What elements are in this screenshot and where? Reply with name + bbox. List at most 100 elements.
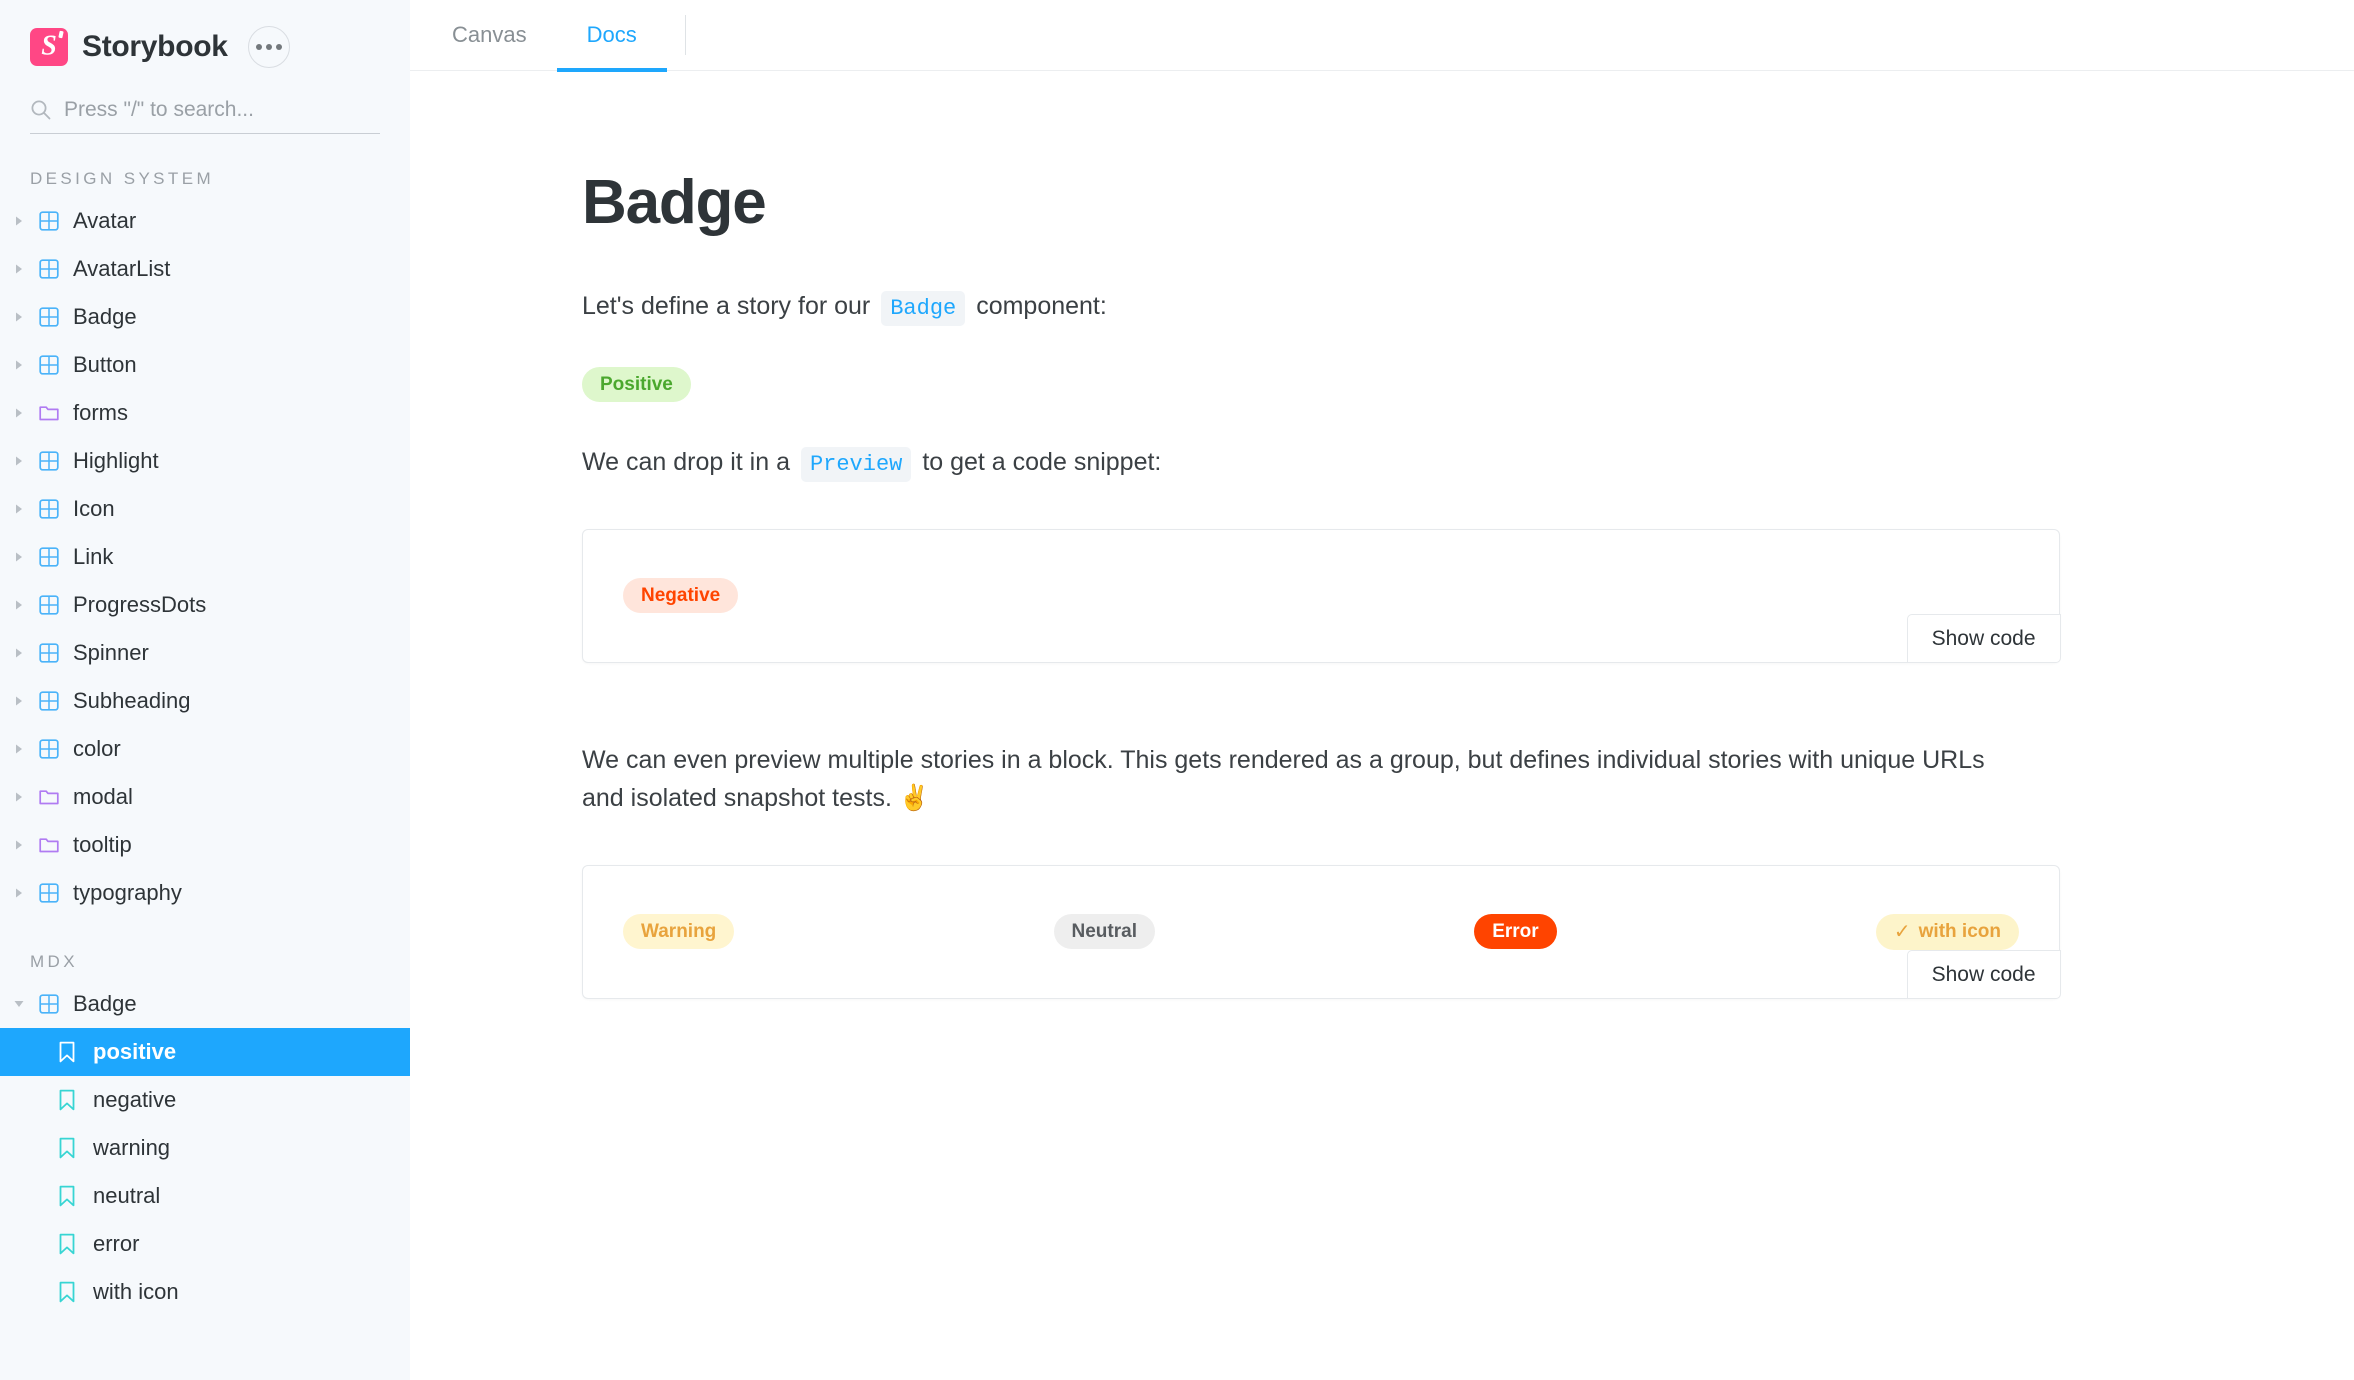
component-grid-icon [36, 643, 62, 663]
search-icon [30, 99, 52, 121]
sidebar-item-story-with-icon[interactable]: with icon [0, 1268, 410, 1316]
sidebar-item-label: error [93, 1231, 140, 1256]
logo-tick [58, 30, 64, 39]
tab-docs[interactable]: Docs [556, 0, 667, 72]
chevron-right-icon[interactable] [8, 791, 30, 803]
sidebar-item-label: ProgressDots [73, 592, 207, 617]
dot [265, 44, 272, 50]
chevron-right-icon[interactable] [8, 743, 30, 755]
sidebar-item-progressdots[interactable]: ProgressDots [0, 581, 410, 629]
tab-canvas[interactable]: Canvas [422, 0, 557, 70]
intro-text-after: component: [976, 292, 1107, 320]
bookmark-icon [54, 1089, 80, 1111]
preview-body: Negative [583, 530, 2059, 662]
chevron-right-icon[interactable] [8, 407, 30, 419]
main-panel: Canvas Docs Badge Let's define a story f… [410, 0, 2354, 1380]
preview-block-group: Warning Neutral Error ✓ with icon Show c… [582, 864, 2061, 1000]
dot [275, 44, 282, 50]
chevron-right-icon[interactable] [8, 599, 30, 611]
badge-warning: Warning [623, 914, 735, 950]
bookmark-icon [54, 1233, 80, 1255]
sidebar-item-spinner[interactable]: Spinner [0, 629, 410, 677]
badge-neutral: Neutral [1053, 914, 1155, 950]
folder-icon [36, 788, 62, 806]
component-grid-icon [36, 451, 62, 471]
storybook-logo-icon[interactable] [30, 28, 68, 66]
component-grid-icon [36, 211, 62, 231]
component-grid-icon [36, 259, 62, 279]
sidebar-item-forms[interactable]: forms [0, 389, 410, 437]
chevron-right-icon[interactable] [8, 647, 30, 659]
preview-intro-paragraph: We can drop it in a Preview to get a cod… [582, 444, 2060, 482]
component-grid-icon [36, 994, 62, 1014]
sidebar-item-label: typography [73, 880, 182, 905]
ellipsis-icon[interactable] [247, 26, 290, 68]
search-bar[interactable] [30, 98, 380, 134]
sidebar-item-label: forms [73, 400, 128, 425]
chevron-right-icon[interactable] [8, 359, 30, 371]
inline-code-preview: Preview [800, 446, 912, 482]
component-grid-icon [36, 307, 62, 327]
sidebar-item-label: warning [93, 1135, 171, 1160]
badge-error: Error [1474, 914, 1557, 950]
sidebar-item-typography[interactable]: typography [0, 869, 410, 917]
sidebar-item-story-warning[interactable]: warning [0, 1124, 410, 1172]
preview-intro-after: to get a code snippet: [922, 447, 1162, 476]
folder-icon [36, 836, 62, 854]
sidebar-item-label: Avatar [73, 208, 137, 233]
chevron-right-icon[interactable] [8, 311, 30, 323]
badge-positive: Positive [582, 366, 691, 402]
chevron-right-icon[interactable] [8, 551, 30, 563]
inline-code-badge: Badge [881, 291, 966, 326]
sidebar-item-badge[interactable]: Badge [0, 293, 410, 341]
sidebar-item-button[interactable]: Button [0, 341, 410, 389]
show-code-button-1[interactable]: Show code [1906, 614, 2061, 664]
tab-divider [684, 15, 687, 55]
sidebar-item-label: with icon [93, 1279, 179, 1304]
chevron-right-icon[interactable] [8, 215, 30, 227]
intro-paragraph: Let's define a story for our Badge compo… [582, 288, 2060, 326]
component-grid-icon [36, 691, 62, 711]
sidebar-item-label: Button [73, 352, 137, 377]
chevron-right-icon[interactable] [8, 839, 30, 851]
sidebar-group-label-design-system: DESIGN SYSTEM [30, 169, 215, 188]
page-title: Badge [582, 168, 767, 237]
search-input[interactable] [64, 98, 380, 122]
sidebar-item-label: tooltip [73, 832, 132, 857]
sidebar-item-mdx-badge[interactable]: Badge [0, 980, 410, 1028]
component-grid-icon [36, 595, 62, 615]
sidebar-item-avatarlist[interactable]: AvatarList [0, 245, 410, 293]
sidebar-item-modal[interactable]: modal [0, 773, 410, 821]
chevron-right-icon[interactable] [8, 695, 30, 707]
sidebar-item-label: modal [73, 784, 133, 809]
sidebar-item-subheading[interactable]: Subheading [0, 677, 410, 725]
sidebar-item-icon[interactable]: Icon [0, 485, 410, 533]
storybook-app: Storybook DESIGN SYSTEM [0, 0, 2354, 1380]
chevron-right-icon[interactable] [8, 887, 30, 899]
bookmark-icon [54, 1137, 80, 1159]
sidebar-item-story-neutral[interactable]: neutral [0, 1172, 410, 1220]
sidebar-item-link[interactable]: Link [0, 533, 410, 581]
sidebar-item-label: Link [73, 544, 114, 569]
sidebar-item-avatar[interactable]: Avatar [0, 197, 410, 245]
brand-title: Storybook [82, 30, 228, 63]
component-grid-icon [36, 355, 62, 375]
sidebar-item-label: color [73, 736, 121, 761]
sidebar-item-label: positive [93, 1039, 177, 1064]
sidebar-item-label: Badge [73, 991, 137, 1016]
sidebar-item-story-positive[interactable]: positive [0, 1028, 410, 1076]
chevron-down-icon[interactable] [8, 999, 30, 1009]
folder-icon [36, 404, 62, 422]
chevron-right-icon[interactable] [8, 455, 30, 467]
sidebar-item-story-negative[interactable]: negative [0, 1076, 410, 1124]
chevron-right-icon[interactable] [8, 263, 30, 275]
sidebar-item-color[interactable]: color [0, 725, 410, 773]
sidebar-item-label: Badge [73, 304, 137, 329]
chevron-right-icon[interactable] [8, 503, 30, 515]
sidebar-item-story-error[interactable]: error [0, 1220, 410, 1268]
sidebar-item-highlight[interactable]: Highlight [0, 437, 410, 485]
sidebar-item-tooltip[interactable]: tooltip [0, 821, 410, 869]
multi-story-line1: We can even preview multiple stories in … [582, 745, 1985, 774]
component-grid-icon [36, 883, 62, 903]
show-code-button-2[interactable]: Show code [1906, 950, 2061, 1000]
